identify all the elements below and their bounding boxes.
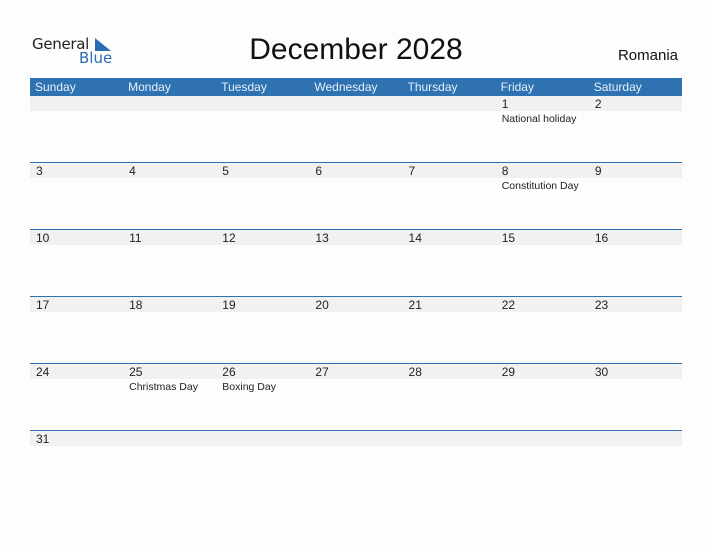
- day-number: 21: [408, 298, 422, 312]
- day-cell: 21: [403, 297, 496, 364]
- calendar-title: December 2028: [249, 33, 463, 66]
- day-cell: 19: [216, 297, 309, 364]
- weekday-header: Sunday Monday Tuesday Wednesday Thursday…: [30, 78, 682, 96]
- day-cell: 31: [30, 431, 123, 498]
- day-cell: 1 National holiday: [496, 96, 589, 163]
- day-cell: [496, 431, 589, 498]
- day-cell: 29: [496, 364, 589, 431]
- week-row: 3 4 5 6 7 8 Constitution Day 9: [30, 162, 682, 230]
- day-number: 26: [222, 365, 236, 379]
- weekday-thursday: Thursday: [407, 80, 458, 94]
- day-cell: [403, 431, 496, 498]
- week-row: 31: [30, 430, 682, 498]
- day-number: 27: [315, 365, 329, 379]
- day-cell: 7: [403, 163, 496, 230]
- day-number: 29: [501, 365, 516, 379]
- holiday-label: Boxing Day: [222, 381, 276, 393]
- day-number: 10: [36, 231, 50, 245]
- week-row: 10 11 12 13 14 15 16: [30, 229, 682, 297]
- day-number: 28: [408, 365, 422, 379]
- day-cell: [216, 96, 309, 163]
- day-cell: 14: [403, 230, 496, 297]
- day-number: 3: [36, 164, 43, 178]
- day-cell: 18: [123, 297, 216, 364]
- day-number: 22: [501, 298, 516, 312]
- weekday-saturday: Saturday: [593, 80, 642, 94]
- day-number: 16: [594, 231, 609, 245]
- day-number: 9: [594, 164, 602, 178]
- day-cell: [589, 431, 682, 498]
- day-cell: [216, 431, 309, 498]
- day-cell: 8 Constitution Day: [496, 163, 589, 230]
- day-cell: 13: [309, 230, 402, 297]
- day-cell: 15: [496, 230, 589, 297]
- day-cell: [403, 96, 496, 163]
- day-number: 13: [315, 231, 329, 245]
- day-number: 4: [129, 164, 136, 178]
- day-cell: 4: [123, 163, 216, 230]
- day-number: 19: [222, 298, 236, 312]
- weekday-tuesday: Tuesday: [221, 80, 267, 94]
- day-number: 15: [501, 231, 516, 245]
- day-number: 8: [501, 164, 509, 178]
- week-row: 1 National holiday 2: [30, 96, 682, 163]
- day-cell: 3: [30, 163, 123, 230]
- day-number: 6: [315, 164, 323, 178]
- day-cell: 12: [216, 230, 309, 297]
- day-cell: 16: [589, 230, 682, 297]
- day-cell: 22: [496, 297, 589, 364]
- day-cell: [123, 96, 216, 163]
- weekday-sunday: Sunday: [35, 80, 76, 94]
- country-label: Romania: [617, 47, 678, 64]
- weekday-wednesday: Wednesday: [314, 80, 378, 94]
- day-number: 20: [315, 298, 329, 312]
- day-number: 11: [129, 231, 142, 245]
- day-cell: 17: [30, 297, 123, 364]
- week-row: 17 18 19 20 21 22 23: [30, 296, 682, 364]
- weekday-friday: Friday: [500, 80, 534, 94]
- week-row: 24 25 Christmas Day 26 Boxing Day 27 28 29 30: [30, 363, 682, 431]
- day-cell: 30: [589, 364, 682, 431]
- day-number: 17: [36, 298, 50, 312]
- day-number: 23: [594, 298, 609, 312]
- day-number: 18: [129, 298, 143, 312]
- day-number: 31: [36, 432, 50, 446]
- day-number: 1: [501, 97, 509, 111]
- day-cell: 24: [30, 364, 123, 431]
- day-cell: [309, 431, 402, 498]
- day-cell: 2: [589, 96, 682, 163]
- day-cell: [30, 96, 123, 163]
- day-cell: 27: [309, 364, 402, 431]
- day-number: 14: [408, 231, 422, 245]
- holiday-label: National holiday: [501, 113, 577, 125]
- day-cell: [309, 96, 402, 163]
- day-cell: 20: [309, 297, 402, 364]
- holiday-label: Constitution Day: [501, 180, 579, 192]
- day-cell: 6: [309, 163, 402, 230]
- day-number: 12: [222, 231, 236, 245]
- day-cell: 9: [589, 163, 682, 230]
- day-number: 30: [594, 365, 609, 379]
- day-cell: 5: [216, 163, 309, 230]
- day-cell: 11: [123, 230, 216, 297]
- day-number: 2: [594, 97, 602, 111]
- day-cell: 26 Boxing Day: [216, 364, 309, 431]
- day-number: 5: [222, 164, 229, 178]
- day-number: 25: [129, 365, 143, 379]
- weekday-monday: Monday: [128, 80, 171, 94]
- holiday-label: Christmas Day: [129, 381, 198, 393]
- day-cell: 10: [30, 230, 123, 297]
- day-cell: [123, 431, 216, 498]
- day-cell: 28: [403, 364, 496, 431]
- day-number: 24: [36, 365, 50, 379]
- day-cell: 23: [589, 297, 682, 364]
- day-number: 7: [408, 164, 416, 178]
- day-cell: 25 Christmas Day: [123, 364, 216, 431]
